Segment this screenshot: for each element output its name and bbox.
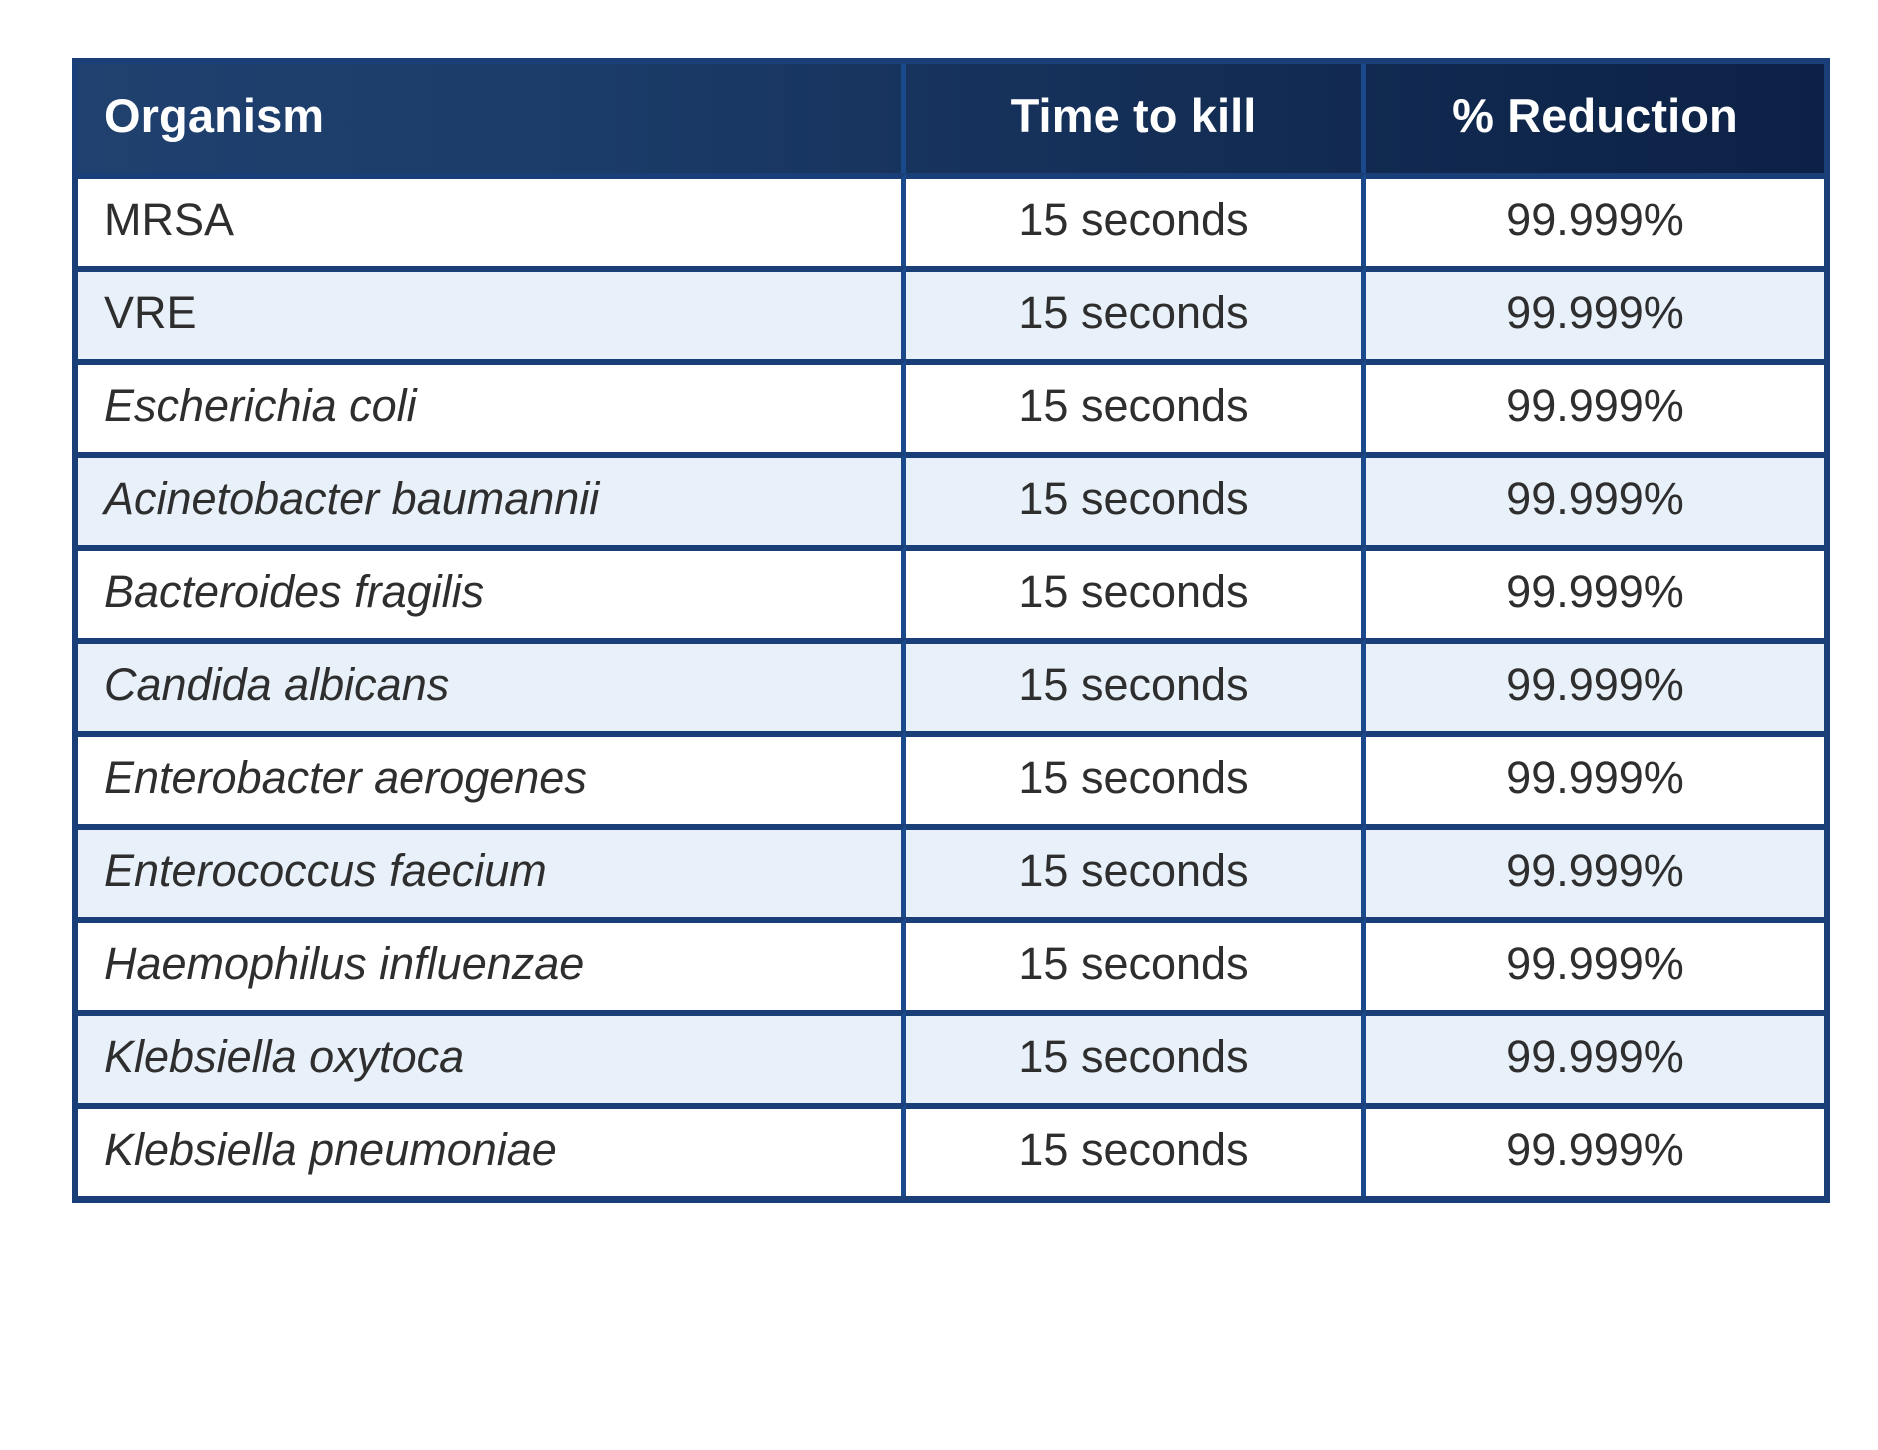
column-header-organism: Organism [78,64,906,173]
cell-time-to-kill: 15 seconds [906,731,1366,824]
table-row: Candida albicans 15 seconds 99.999% [78,638,1824,731]
efficacy-table: Organism Time to kill % Reduction MRSA 15… [72,58,1830,1203]
cell-organism: Candida albicans [78,638,906,731]
cell-organism: Haemophilus influenzae [78,917,906,1010]
table-row: Klebsiella pneumoniae 15 seconds 99.999% [78,1103,1824,1196]
table-body: MRSA 15 seconds 99.999% VRE 15 seconds 99.999… [78,173,1824,1196]
cell-time-to-kill: 15 seconds [906,917,1366,1010]
table-row: VRE 15 seconds 99.999% [78,266,1824,359]
cell-organism: Escherichia coli [78,359,906,452]
cell-organism: Klebsiella oxytoca [78,1010,906,1103]
cell-pct-reduction: 99.999% [1366,824,1824,917]
cell-time-to-kill: 15 seconds [906,638,1366,731]
cell-organism: Acinetobacter baumannii [78,452,906,545]
cell-time-to-kill: 15 seconds [906,359,1366,452]
cell-pct-reduction: 99.999% [1366,173,1824,266]
table-row: Enterobacter aerogenes 15 seconds 99.999% [78,731,1824,824]
cell-organism: VRE [78,266,906,359]
column-header-time-to-kill: Time to kill [906,64,1366,173]
table-header: Organism Time to kill % Reduction [78,64,1824,173]
cell-time-to-kill: 15 seconds [906,1103,1366,1196]
table-row: Enterococcus faecium 15 seconds 99.999% [78,824,1824,917]
table-row: Klebsiella oxytoca 15 seconds 99.999% [78,1010,1824,1103]
table-row: MRSA 15 seconds 99.999% [78,173,1824,266]
cell-pct-reduction: 99.999% [1366,1103,1824,1196]
cell-organism: Enterobacter aerogenes [78,731,906,824]
cell-pct-reduction: 99.999% [1366,731,1824,824]
cell-time-to-kill: 15 seconds [906,545,1366,638]
table-row: Bacteroides fragilis 15 seconds 99.999% [78,545,1824,638]
cell-pct-reduction: 99.999% [1366,359,1824,452]
cell-pct-reduction: 99.999% [1366,917,1824,1010]
table-row: Haemophilus influenzae 15 seconds 99.999% [78,917,1824,1010]
cell-time-to-kill: 15 seconds [906,1010,1366,1103]
cell-organism: MRSA [78,173,906,266]
table-header-row: Organism Time to kill % Reduction [78,64,1824,173]
table-row: Acinetobacter baumannii 15 seconds 99.999% [78,452,1824,545]
cell-pct-reduction: 99.999% [1366,1010,1824,1103]
column-header-pct-reduction: % Reduction [1452,89,1738,142]
cell-pct-reduction: 99.999% [1366,545,1824,638]
cell-pct-reduction: 99.999% [1366,266,1824,359]
cell-time-to-kill: 15 seconds [906,173,1366,266]
cell-time-to-kill: 15 seconds [906,824,1366,917]
cell-pct-reduction: 99.999% [1366,638,1824,731]
table-row: Escherichia coli 15 seconds 99.999% [78,359,1824,452]
cell-pct-reduction: 99.999% [1366,452,1824,545]
cell-organism: Klebsiella pneumoniae [78,1103,906,1196]
page-root: Organism Time to kill % Reduction MRSA 15… [0,0,1878,1450]
cell-organism: Bacteroides fragilis [78,545,906,638]
cell-time-to-kill: 15 seconds [906,266,1366,359]
cell-time-to-kill: 15 seconds [906,452,1366,545]
cell-organism: Enterococcus faecium [78,824,906,917]
